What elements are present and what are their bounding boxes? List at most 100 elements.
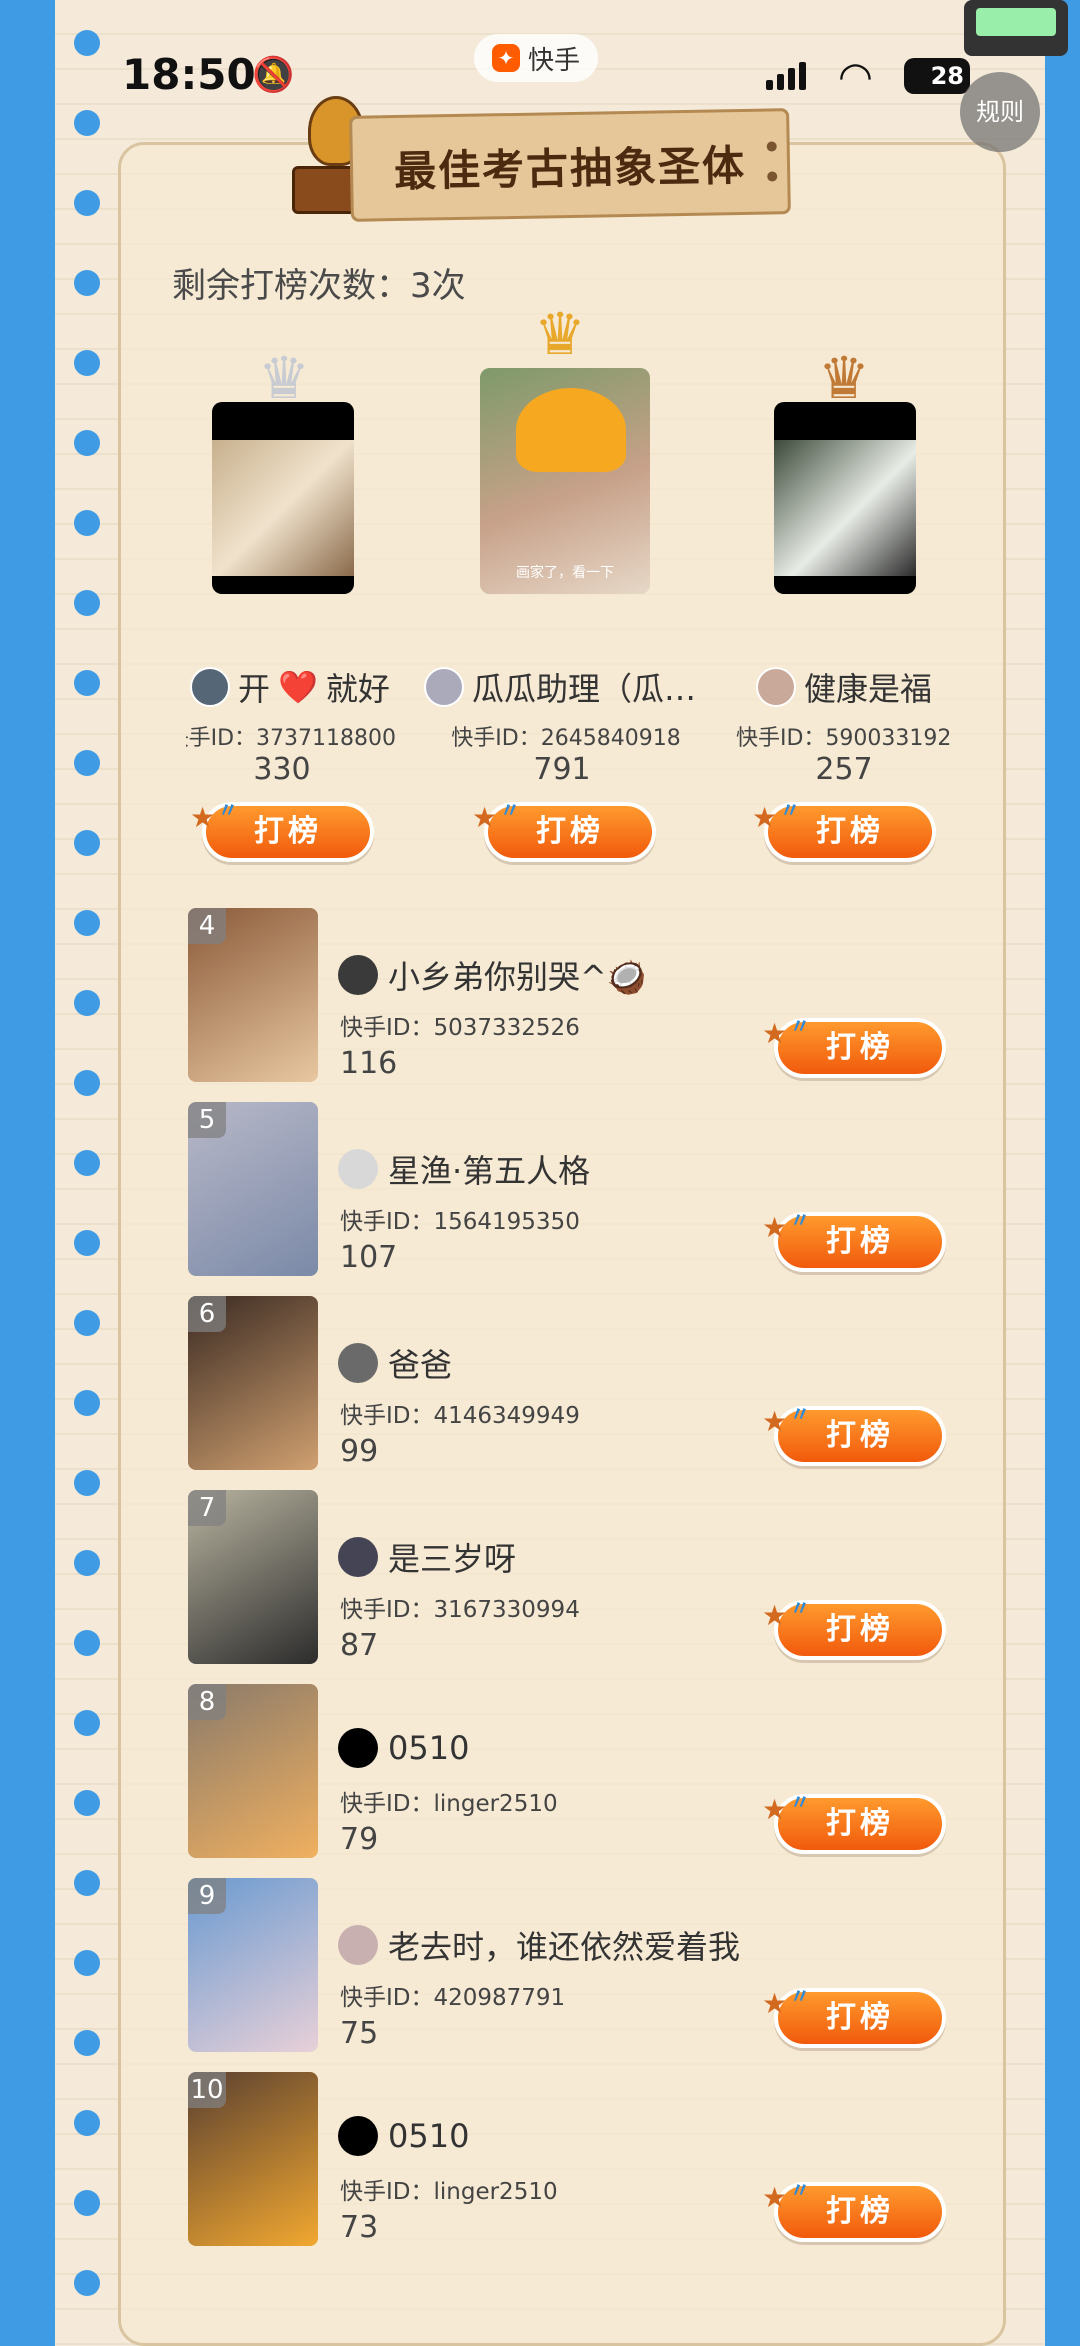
sparkle-icon: 〃	[790, 2178, 814, 2202]
star-icon: ★	[762, 1987, 792, 2020]
vote-button[interactable]: ★ 〃打榜	[762, 1790, 946, 1854]
binder-hole	[74, 1790, 100, 1816]
entry-votes: 73	[340, 2210, 379, 2245]
top1-name: 瓜瓜助理（瓜…	[424, 664, 696, 710]
binder-hole	[74, 1230, 100, 1256]
entry-thumbnail[interactable]: 7	[188, 1490, 318, 1664]
entry-id: 快手ID：5037332526	[340, 1015, 580, 1041]
vote-button[interactable]: ★ 〃打榜	[762, 2178, 946, 2242]
rank-badge: 10	[188, 2072, 226, 2108]
avatar	[190, 667, 230, 707]
binder-hole	[74, 190, 100, 216]
entry-thumbnail[interactable]: 9	[188, 1878, 318, 2052]
vote-button[interactable]: ★ 〃打榜	[762, 1208, 946, 1272]
status-time: 18:50	[122, 50, 256, 99]
vote-button[interactable]: ★ 〃打榜	[190, 798, 374, 862]
rank-badge: 8	[188, 1684, 226, 1720]
entry-name: 星渔·第五人格	[338, 1146, 590, 1192]
silver-crown-icon: ♛	[258, 344, 310, 412]
avatar	[338, 1537, 378, 1577]
vote-button[interactable]: ★ 〃打榜	[762, 1014, 946, 1078]
signal-icon	[766, 62, 806, 90]
avatar	[338, 955, 378, 995]
star-icon: ★	[190, 801, 220, 834]
entry-thumbnail[interactable]: 8	[188, 1684, 318, 1858]
battery-level: 28	[930, 62, 964, 90]
binder-hole	[74, 2030, 100, 2056]
binder-hole	[74, 510, 100, 536]
binder-hole	[74, 1550, 100, 1576]
entry-thumbnail[interactable]: 10	[188, 2072, 318, 2246]
entry-thumbnail[interactable]: 5	[188, 1102, 318, 1276]
entry-name: 0510	[338, 2116, 469, 2156]
entry-thumbnail[interactable]: 4	[188, 908, 318, 1082]
top3-thumbnail[interactable]	[774, 402, 916, 594]
avatar	[424, 667, 464, 707]
binder-hole	[74, 990, 100, 1016]
entry-thumbnail[interactable]: 6	[188, 1296, 318, 1470]
rank-badge: 5	[188, 1102, 226, 1138]
list-item: 9 老去时，谁还依然爱着我 快手ID：420987791 75 ★ 〃打榜	[188, 1878, 1008, 2052]
top2-thumbnail[interactable]	[212, 402, 354, 594]
sparkle-icon: 〃	[790, 1596, 814, 1620]
binder-hole	[74, 2110, 100, 2136]
sparkle-icon: 〃	[218, 798, 242, 822]
heart-icon: ❤️	[278, 668, 318, 706]
entry-votes: 99	[340, 1434, 379, 1469]
binder-hole	[74, 1150, 100, 1176]
binder-hole	[74, 1630, 100, 1656]
app-pill: ✦ 快手	[474, 34, 599, 82]
battery-icon: 28	[904, 58, 970, 94]
top1-thumbnail[interactable]: 画家了，看一下	[480, 368, 650, 594]
binder-hole	[74, 1470, 100, 1496]
list-item: 4 小乡弟你别哭^🥥 快手ID：5037332526 116 ★ 〃打榜	[188, 908, 1008, 1082]
binder-hole	[74, 750, 100, 776]
rank-badge: 4	[188, 908, 226, 944]
pager-sticker-icon	[964, 0, 1068, 56]
list-item: 5 星渔·第五人格 快手ID：1564195350 107 ★ 〃打榜	[188, 1102, 1008, 1276]
entry-name: 0510	[338, 1728, 469, 1768]
sparkle-icon: 〃	[790, 1208, 814, 1232]
binder-hole	[74, 1870, 100, 1896]
star-icon: ★	[762, 1017, 792, 1050]
top1-votes: 791	[533, 752, 591, 787]
list-item: 8 0510 快手ID：linger2510 79 ★ 〃打榜	[188, 1684, 1008, 1858]
binder-holes	[60, 0, 100, 2346]
sparkle-icon: 〃	[790, 1984, 814, 2008]
top2-name: 开 ❤️ 就好	[190, 664, 390, 710]
entry-id: 快手ID：linger2510	[340, 2179, 558, 2205]
binder-hole	[74, 590, 100, 616]
star-icon: ★	[472, 801, 502, 834]
sparkle-icon: 〃	[790, 1014, 814, 1038]
vote-button[interactable]: ★ 〃打榜	[762, 1984, 946, 2048]
vote-button[interactable]: ★ 〃打榜	[762, 1402, 946, 1466]
top3-name: 健康是福	[756, 664, 932, 710]
sparkle-icon: 〃	[790, 1790, 814, 1814]
vote-button[interactable]: ★ 〃打榜	[752, 798, 936, 862]
binder-hole	[74, 1310, 100, 1336]
binder-hole	[74, 2270, 100, 2296]
entry-votes: 116	[340, 1046, 398, 1081]
binder-hole	[74, 670, 100, 696]
vote-button[interactable]: ★ 〃打榜	[472, 798, 656, 862]
bronze-crown-icon: ♛	[818, 344, 870, 412]
list-item: 6 爸爸 快手ID：4146349949 99 ★ 〃打榜	[188, 1296, 1008, 1470]
entry-id: 快手ID：linger2510	[340, 1791, 558, 1817]
star-icon: ★	[762, 1599, 792, 1632]
status-bar: 18:50 🔕 ✦ 快手 ◠ 28	[0, 0, 1080, 120]
avatar	[338, 2116, 378, 2156]
entry-id: 快手ID：420987791	[340, 1985, 566, 2011]
vote-button[interactable]: ★ 〃打榜	[762, 1596, 946, 1660]
sparkle-icon: 〃	[500, 798, 524, 822]
entry-name: 老去时，谁还依然爱着我	[338, 1922, 740, 1968]
sparkle-icon: 〃	[780, 798, 804, 822]
binder-hole	[74, 1710, 100, 1736]
wifi-icon: ◠	[838, 54, 873, 100]
star-icon: ★	[762, 1405, 792, 1438]
list-item: 7 是三岁呀 快手ID：3167330994 87 ★ 〃打榜	[188, 1490, 1008, 1664]
rules-button[interactable]: 规则	[960, 72, 1040, 152]
remaining-count: 剩余打榜次数：3次	[172, 266, 466, 306]
avatar	[338, 1343, 378, 1383]
top3-id: 快手ID：590033192	[736, 726, 950, 751]
star-icon: ★	[762, 1793, 792, 1826]
